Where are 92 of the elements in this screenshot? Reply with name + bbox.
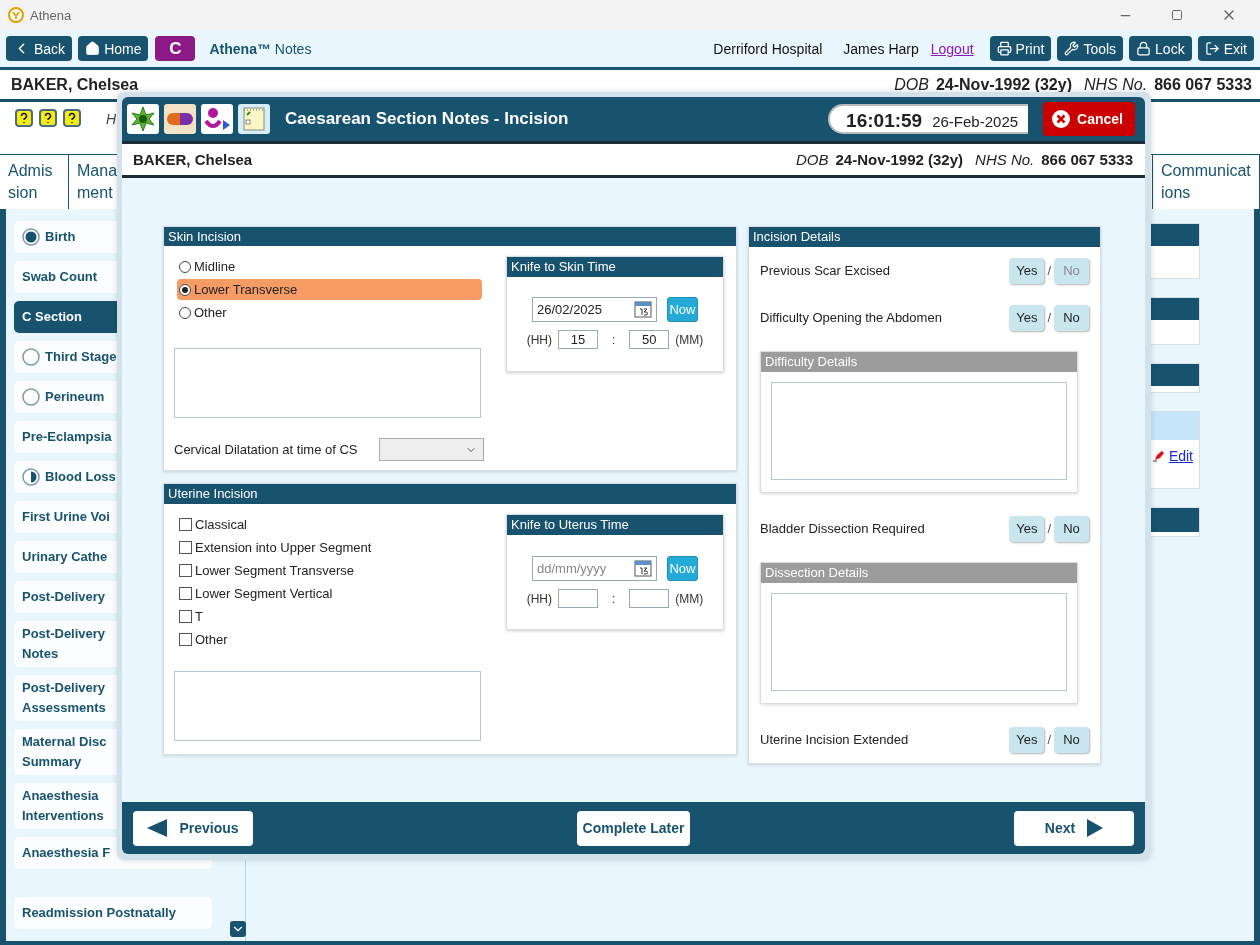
- separator-text: /: [1047, 263, 1051, 278]
- capsule-icon[interactable]: [164, 104, 196, 134]
- separator-text: /: [1047, 732, 1051, 747]
- panel-header: Incision Details: [749, 227, 1100, 247]
- minutes-field[interactable]: 50: [629, 330, 670, 349]
- toolbar-button[interactable]: Print: [989, 36, 1052, 61]
- panel-header: Knife to Uterus Time: [507, 515, 723, 535]
- dob-value: 24-Nov-1992 (32y): [935, 75, 1072, 94]
- triangle-left-icon: [147, 819, 168, 837]
- hours-field[interactable]: 15: [558, 330, 598, 349]
- hint-text: H: [106, 111, 117, 127]
- patient-name: BAKER, Chelsea: [133, 151, 253, 168]
- printer-icon: [996, 41, 1012, 56]
- panel-header: Difficulty Details: [761, 352, 1077, 372]
- next-button[interactable]: Next: [1014, 810, 1134, 846]
- window-title: Athena: [30, 7, 72, 23]
- home-icon: [85, 41, 101, 56]
- edit-link[interactable]: Edit: [1168, 448, 1193, 464]
- panel-header: Skin Incision: [164, 227, 736, 246]
- dialog-title: Caesarean Section Notes - Incision: [285, 109, 569, 129]
- nhs-number: 866 067 5333: [1041, 151, 1133, 168]
- yes-button[interactable]: Yes: [1009, 515, 1045, 542]
- nhs-number: 866 067 5333: [1154, 75, 1252, 94]
- notepad-icon[interactable]: [238, 104, 270, 134]
- filled-circle-icon: [22, 228, 40, 246]
- complete-later-button[interactable]: Complete Later: [577, 810, 690, 846]
- text-area[interactable]: [174, 348, 481, 418]
- toolbar-button[interactable]: Lock: [1129, 36, 1192, 61]
- help-icon: [62, 108, 82, 128]
- yes-button[interactable]: Yes: [1009, 257, 1045, 284]
- sidebar-item[interactable]: Readmission Postnatally: [14, 897, 212, 929]
- hours-label: (HH): [526, 332, 552, 347]
- date-field[interactable]: 26/02/2025: [532, 297, 657, 322]
- wrench-icon: [1064, 41, 1080, 56]
- app-title: Athena™ Notes: [209, 40, 312, 57]
- dob-label: DOB: [894, 75, 929, 94]
- text-area[interactable]: [174, 671, 481, 741]
- help-icon: [38, 108, 58, 128]
- half-circle-icon: [22, 468, 40, 486]
- empty-circle-icon: [22, 388, 40, 406]
- lock-icon: [1136, 41, 1152, 56]
- no-button[interactable]: No: [1054, 304, 1089, 331]
- hospital-name: Derriford Hospital: [713, 40, 823, 57]
- hours-label: (HH): [526, 591, 552, 606]
- question-label: Difficulty Opening the Abdomen: [760, 310, 942, 325]
- yes-button[interactable]: Yes: [1009, 726, 1045, 753]
- logout-link[interactable]: Logout: [930, 40, 974, 57]
- user-name: James Harp: [843, 40, 919, 57]
- close-circle-icon: [1051, 109, 1072, 129]
- separator-text: /: [1047, 521, 1051, 536]
- panel-header: Uterine Incision: [164, 484, 736, 504]
- panel-header: Dissection Details: [761, 563, 1077, 583]
- toolbar-button[interactable]: Tools: [1057, 36, 1124, 61]
- flower-icon[interactable]: [127, 104, 159, 134]
- hours-field[interactable]: [558, 589, 598, 608]
- nav-button[interactable]: Back: [6, 36, 73, 61]
- question-label: Uterine Incision Extended: [760, 732, 909, 747]
- pencil-icon: [1152, 450, 1165, 462]
- triangle-right-icon: [1087, 819, 1104, 837]
- app-logo-icon: [8, 7, 24, 23]
- nhs-label: NHS No.: [975, 151, 1035, 168]
- clock-display: 16:01:59 26-Feb-2025: [828, 104, 1029, 134]
- empty-circle-icon: [22, 348, 40, 366]
- question-label: Previous Scar Excised: [760, 263, 891, 278]
- question-label: Bladder Dissection Required: [760, 521, 925, 536]
- nhs-label: NHS No.: [1084, 75, 1148, 94]
- no-button[interactable]: No: [1054, 726, 1089, 753]
- time-separator: :: [612, 332, 616, 347]
- dob-label: DOB: [795, 151, 829, 168]
- minutes-label: (MM): [675, 591, 704, 606]
- calendar-icon[interactable]: [634, 300, 652, 318]
- separator-text: /: [1047, 310, 1051, 325]
- exit-icon: [1204, 41, 1220, 56]
- app-badge[interactable]: C: [155, 36, 196, 61]
- toolbar-button[interactable]: Exit: [1197, 36, 1254, 61]
- help-icon: [14, 108, 34, 128]
- time-separator: :: [612, 591, 616, 606]
- no-button[interactable]: No: [1054, 515, 1089, 542]
- calendar-icon[interactable]: [634, 559, 652, 577]
- minutes-field[interactable]: [629, 589, 670, 608]
- cancel-button[interactable]: Cancel: [1043, 102, 1135, 136]
- previous-button[interactable]: Previous: [133, 810, 253, 846]
- date-field[interactable]: dd/mm/yyyy: [532, 556, 657, 581]
- dropdown[interactable]: [379, 438, 484, 461]
- tab[interactable]: Communications: [1152, 155, 1260, 209]
- dob-value: 24-Nov-1992 (32y): [835, 151, 964, 168]
- nav-button[interactable]: Home: [78, 36, 149, 61]
- patient-name: BAKER, Chelsea: [11, 75, 139, 94]
- yes-button[interactable]: Yes: [1009, 304, 1045, 331]
- radio-option[interactable]: Lower Transverse: [177, 279, 482, 300]
- minutes-label: (MM): [675, 332, 704, 347]
- panel-header: Knife to Skin Time: [507, 257, 723, 277]
